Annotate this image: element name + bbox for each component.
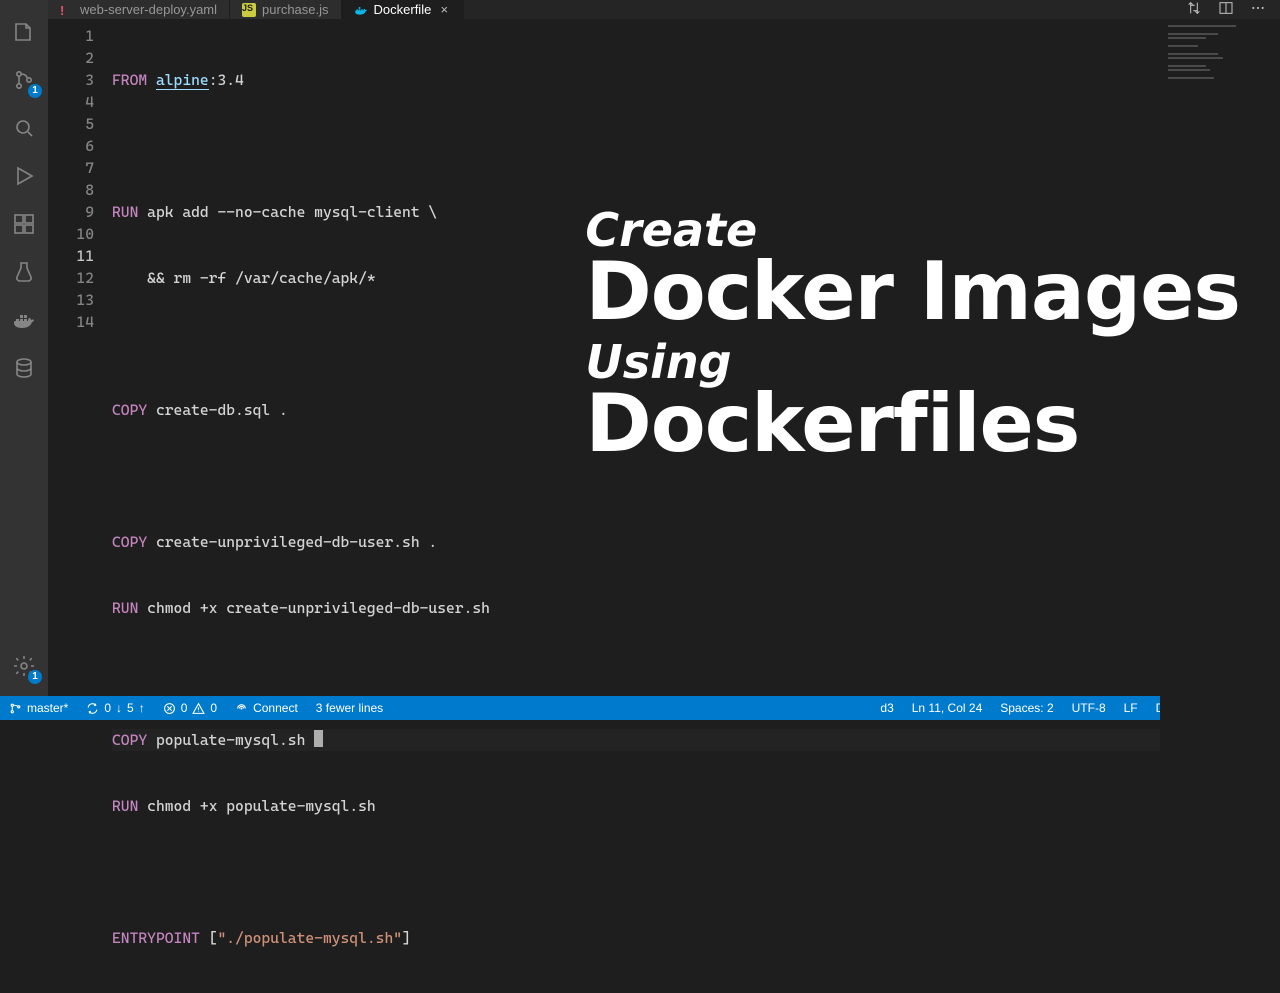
tab-label: purchase.js <box>262 2 328 17</box>
scm-badge: 1 <box>28 84 42 98</box>
tab-js[interactable]: JS purchase.js <box>230 0 341 19</box>
settings-gear-icon[interactable]: 1 <box>0 642 48 690</box>
js-file-icon: JS <box>242 3 256 17</box>
line-number-gutter: 1234 5678 9101112 1314 <box>48 19 112 993</box>
dockerfile-keyword: COPY <box>112 533 147 551</box>
testing-icon[interactable] <box>0 248 48 296</box>
yaml-file-icon: ! <box>60 3 74 17</box>
database-icon[interactable] <box>0 344 48 392</box>
tab-label: Dockerfile <box>374 2 432 17</box>
docker-file-icon <box>354 3 368 17</box>
compare-changes-icon[interactable] <box>1186 0 1202 19</box>
dockerfile-keyword: ENTRYPOINT <box>112 929 200 947</box>
text-cursor <box>314 730 323 747</box>
source-control-icon[interactable]: 1 <box>0 56 48 104</box>
dockerfile-keyword: RUN <box>112 797 138 815</box>
tab-label: web-server-deploy.yaml <box>80 2 217 17</box>
dockerfile-keyword: RUN <box>112 599 138 617</box>
image-name: alpine <box>156 71 209 90</box>
close-tab-icon[interactable]: × <box>437 2 451 17</box>
split-editor-icon[interactable] <box>1218 0 1234 19</box>
settings-badge: 1 <box>28 670 42 684</box>
dockerfile-keyword: FROM <box>112 71 147 89</box>
code-editor[interactable]: 1234 5678 9101112 1314 FROM alpine:3.4 R… <box>48 19 1280 993</box>
editor-area: ! web-server-deploy.yaml JS purchase.js … <box>48 0 1280 696</box>
more-actions-icon[interactable] <box>1250 0 1266 19</box>
extensions-icon[interactable] <box>0 200 48 248</box>
search-icon[interactable] <box>0 104 48 152</box>
tab-yaml[interactable]: ! web-server-deploy.yaml <box>48 0 230 19</box>
dockerfile-keyword: COPY <box>112 731 147 749</box>
docker-icon[interactable] <box>0 296 48 344</box>
editor-actions <box>1172 0 1280 19</box>
dockerfile-keyword: COPY <box>112 401 147 419</box>
tab-dockerfile[interactable]: Dockerfile × <box>342 0 465 19</box>
run-debug-icon[interactable] <box>0 152 48 200</box>
tab-bar: ! web-server-deploy.yaml JS purchase.js … <box>48 0 1280 19</box>
activity-bar: 1 1 <box>0 0 48 696</box>
dockerfile-keyword: RUN <box>112 203 138 221</box>
minimap[interactable] <box>1160 19 1280 993</box>
code-content[interactable]: FROM alpine:3.4 RUN apk add --no-cache m… <box>112 19 1160 993</box>
explorer-icon[interactable] <box>0 8 48 56</box>
